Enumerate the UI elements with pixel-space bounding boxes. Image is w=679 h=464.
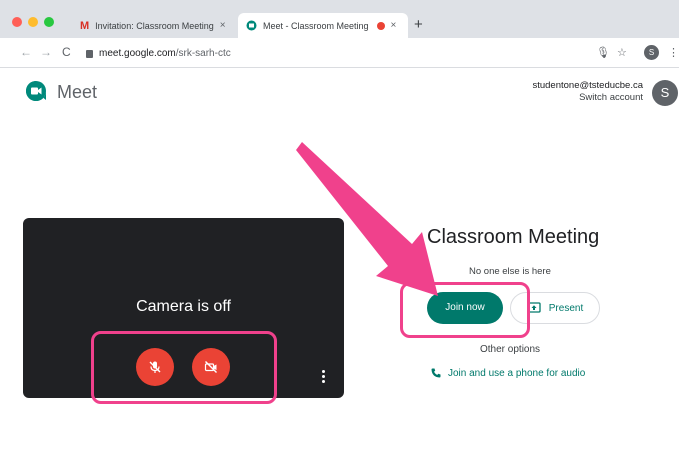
meet-app-name: Meet: [57, 82, 98, 102]
address-bar[interactable]: meet.google.com/srk-sarh-ctc: [86, 43, 586, 63]
new-tab-button[interactable]: +: [414, 16, 423, 33]
camera-off-label: Camera is off: [136, 298, 231, 315]
join-highlight-box: [400, 282, 530, 338]
browser-profile-avatar[interactable]: S: [644, 45, 659, 60]
other-options-label: Other options: [480, 344, 541, 355]
join-with-phone-link[interactable]: Join and use a phone for audio: [430, 367, 585, 379]
phone-link-label: Join and use a phone for audio: [448, 367, 586, 379]
forward-icon[interactable]: →: [40, 45, 52, 59]
meet-logo-icon: [26, 81, 46, 101]
controls-highlight-box: [91, 331, 277, 404]
account-info: studentone@tsteducbe.ca Switch account: [532, 80, 643, 104]
maximize-window-dot[interactable]: [44, 17, 54, 27]
minimize-window-dot[interactable]: [28, 17, 38, 27]
lock-icon: [86, 50, 93, 58]
close-tab-icon[interactable]: ×: [391, 20, 397, 31]
url-host: meet.google.com: [99, 47, 176, 59]
url-path: /srk-sarh-ctc: [175, 47, 231, 59]
gmail-icon: M: [80, 19, 90, 32]
reload-icon[interactable]: C: [62, 45, 71, 59]
menu-kebab-icon[interactable]: ⋮: [668, 46, 679, 59]
browser-tabstrip: M Invitation: Classroom Meeting × Meet -…: [0, 0, 679, 38]
present-label: Present: [548, 302, 584, 314]
tab-label: Meet - Classroom Meeting: [263, 20, 369, 31]
switch-account-link[interactable]: Switch account: [532, 92, 643, 104]
meeting-title: Classroom Meeting: [427, 226, 600, 248]
participants-status: No one else is here: [469, 266, 551, 277]
preview-more-options-icon[interactable]: [320, 370, 326, 384]
close-window-dot[interactable]: [12, 17, 22, 27]
close-tab-icon[interactable]: ×: [220, 20, 226, 31]
back-icon[interactable]: ←: [20, 45, 32, 59]
phone-icon: [431, 368, 441, 378]
microphone-icon[interactable]: 🎙: [596, 46, 610, 59]
account-avatar[interactable]: S: [652, 80, 678, 106]
account-email: studentone@tsteducbe.ca: [532, 80, 643, 91]
tab-label: Invitation: Classroom Meeting: [95, 20, 214, 31]
meet-favicon-icon: [246, 20, 257, 31]
tab-meet[interactable]: Meet - Classroom Meeting ×: [238, 13, 408, 38]
tab-invitation[interactable]: M Invitation: Classroom Meeting ×: [72, 13, 234, 38]
recording-icon: [376, 21, 385, 30]
browser-toolbar: ← → C meet.google.com/srk-sarh-ctc 🎙 ☆ ⋮: [0, 38, 679, 68]
screenshot: M Invitation: Classroom Meeting × Meet -…: [0, 0, 679, 464]
bookmark-star-icon[interactable]: ☆: [617, 46, 627, 59]
